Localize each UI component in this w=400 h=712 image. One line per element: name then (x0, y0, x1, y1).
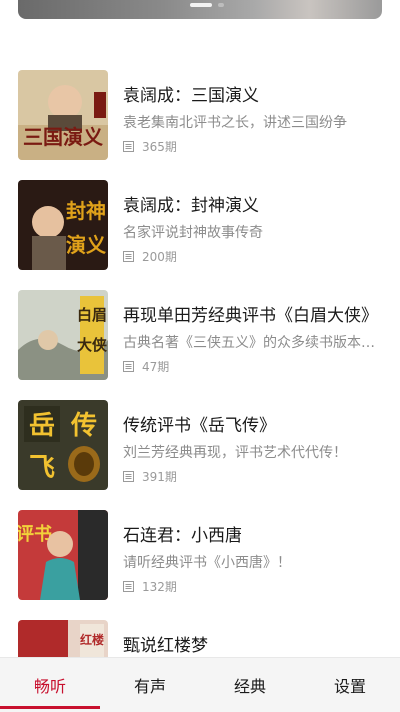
cover-image: 三国演义 (18, 70, 108, 160)
svg-text:封神: 封神 (66, 199, 106, 223)
list-item[interactable]: 封神 演义 袁阔成：封神演义 名家评说封神故事传奇 200期 (0, 180, 400, 270)
item-title: 再现单田芳经典评书《白眉大侠》 (123, 306, 378, 326)
episode-count-label: 200期 (142, 250, 177, 264)
tab-label: 设置 (333, 677, 366, 696)
carousel-indicator-active (190, 3, 212, 7)
episode-list-icon (123, 361, 134, 372)
item-description: 古典名著《三侠五义》的众多续书版本之一 (123, 335, 383, 351)
tab-changting[interactable]: 畅听 (0, 658, 100, 712)
tab-yousheng[interactable]: 有声 (100, 658, 200, 712)
list-item[interactable]: 评书 石连君：小西唐 请听经典评书《小西唐》！ 132期 (0, 510, 400, 600)
item-title: 甄说红楼梦 (123, 636, 208, 656)
list-item[interactable]: 白眉 大侠 再现单田芳经典评书《白眉大侠》 古典名著《三侠五义》的众多续书版本之… (0, 290, 400, 380)
item-title: 传统评书《岳飞传》 (123, 416, 276, 436)
tab-label: 经典 (233, 677, 266, 696)
episode-count-label: 391期 (142, 470, 177, 484)
list-item[interactable]: 岳 传 飞 传统评书《岳飞传》 刘兰芳经典再现，评书艺术代代传！ 391期 (0, 400, 400, 490)
tab-label: 畅听 (33, 677, 66, 696)
item-title: 袁阔成：三国演义 (123, 86, 259, 106)
item-description: 请听经典评书《小西唐》！ (123, 555, 291, 571)
episode-count: 200期 (123, 248, 177, 265)
cover-image: 岳 传 飞 (18, 400, 108, 490)
svg-text:传: 传 (70, 411, 97, 441)
episode-count: 365期 (123, 138, 177, 155)
episode-count-label: 132期 (142, 580, 177, 594)
svg-text:飞: 飞 (29, 453, 55, 483)
episode-list-icon (123, 581, 134, 592)
tab-shezhi[interactable]: 设置 (300, 658, 400, 712)
episode-list-icon (123, 251, 134, 262)
item-title: 石连君：小西唐 (123, 526, 242, 546)
svg-text:演义: 演义 (66, 233, 106, 257)
tab-label: 有声 (133, 677, 166, 696)
episode-list-icon (123, 471, 134, 482)
svg-text:大侠: 大侠 (77, 336, 108, 354)
list-item[interactable]: 三国演义 袁阔成：三国演义 袁老集南北评书之长，讲述三国纷争 365期 (0, 70, 400, 160)
item-description: 刘兰芳经典再现，评书艺术代代传！ (123, 445, 347, 461)
episode-count: 132期 (123, 578, 177, 595)
svg-text:岳: 岳 (29, 411, 55, 441)
svg-text:评书: 评书 (18, 524, 52, 545)
tab-active-indicator (0, 706, 100, 709)
episode-count: 47期 (123, 358, 169, 375)
episode-count-label: 365期 (142, 140, 177, 154)
item-description: 名家评说封神故事传奇 (123, 225, 263, 241)
item-description: 袁老集南北评书之长，讲述三国纷争 (123, 115, 347, 131)
svg-text:红楼: 红楼 (80, 632, 104, 647)
cover-image: 封神 演义 (18, 180, 108, 270)
banner-carousel[interactable] (18, 0, 382, 19)
cover-text: 三国演义 (23, 125, 103, 149)
episode-count: 391期 (123, 468, 177, 485)
tab-jingdian[interactable]: 经典 (200, 658, 300, 712)
bottom-tab-bar: 畅听 有声 经典 设置 (0, 657, 400, 712)
episode-list-icon (123, 141, 134, 152)
svg-text:白眉: 白眉 (77, 306, 107, 324)
carousel-indicator (218, 3, 224, 7)
cover-image: 评书 (18, 510, 108, 600)
cover-image: 白眉 大侠 (18, 290, 108, 380)
episode-count-label: 47期 (142, 360, 170, 374)
item-title: 袁阔成：封神演义 (123, 196, 259, 216)
